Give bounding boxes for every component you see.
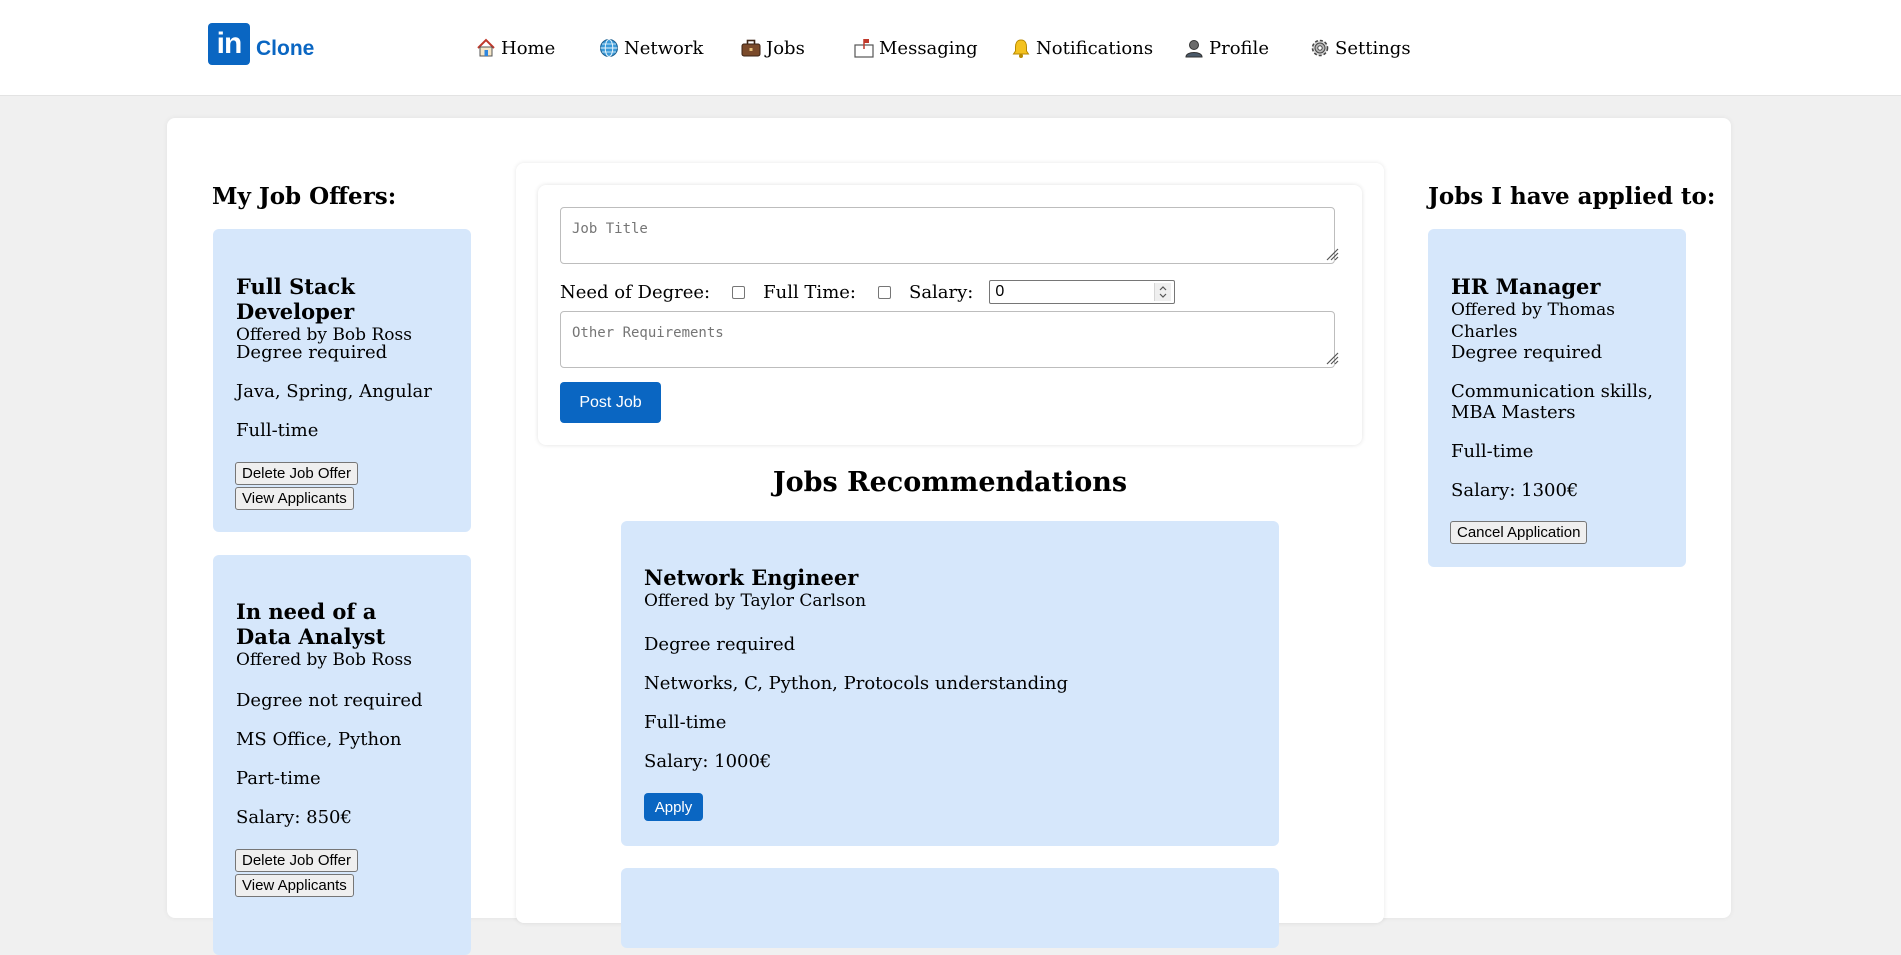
nav-home[interactable]: Home [475,37,555,59]
job-skills: MS Office, Python [236,729,402,750]
my-offer-card: Full Stack Developer Offered by Bob Ross… [213,229,471,532]
mailbox-icon [853,37,875,59]
jobs-recommendations-title: Jobs Recommendations [772,467,1128,498]
other-requirements-input[interactable]: Other Requirements [560,311,1335,368]
apply-button[interactable]: Apply [644,793,703,821]
job-salary: Salary: 1000€ [644,751,772,772]
degree-checkbox[interactable] [732,285,746,299]
center-panel: Job Title Need of Degree: Full Time: Sal… [516,163,1384,948]
job-title: HR Manager [1451,274,1601,299]
job-type: Full-time [1451,441,1534,462]
nav-network-label: Network [624,37,704,59]
nav-network[interactable]: Network [598,37,703,59]
nav-profile-label: Profile [1209,37,1269,59]
nav-profile[interactable]: Profile [1183,37,1269,59]
nav-notifications[interactable]: Notifications [1010,37,1153,59]
salary-input[interactable]: 0 [989,280,1176,304]
job-offered-by: Offered by Thomas Charles [1451,300,1615,342]
nav-messaging[interactable]: Messaging [853,37,978,59]
view-applicants-button[interactable]: View Applicants [235,487,354,510]
job-degree: Degree not required [236,690,423,711]
salary-value: 0 [995,283,1005,300]
nav-notifications-label: Notifications [1036,37,1154,59]
delete-job-offer-button[interactable]: Delete Job Offer [235,462,358,485]
home-icon [475,37,497,59]
nav-messaging-label: Messaging [879,37,978,59]
job-salary: Salary: 1300€ [1451,480,1579,501]
resize-grip-icon[interactable] [1325,247,1339,261]
job-title: Full Stack Developer [236,274,355,324]
salary-label: Salary: [908,281,974,303]
job-salary: Salary: 850€ [236,807,352,828]
top-navbar: in Clone Home Network Jobs Messaging Not… [0,0,1901,96]
briefcase-icon [740,37,762,59]
job-type: Part-time [236,768,321,789]
job-offered-by: Offered by Taylor Carlson [644,591,867,611]
cancel-application-button[interactable]: Cancel Application [1450,521,1588,544]
job-type: Full-time [236,420,319,441]
job-title: Network Engineer [644,565,859,590]
recommendation-card: Network Engineer Offered by Taylor Carls… [621,521,1279,846]
fulltime-checkbox[interactable] [877,285,891,299]
job-title-input[interactable]: Job Title [560,207,1335,264]
my-offer-card: In need of a Data Analyst Offered by Bob… [213,555,471,955]
my-job-offers-title: My Job Offers: [212,183,397,210]
job-offered-by: Offered by Bob Ross [236,650,412,670]
form-options-row: Need of Degree: Full Time: Salary: 0 [560,279,1176,305]
fulltime-label: Full Time: [763,281,856,303]
post-job-form: Job Title Need of Degree: Full Time: Sal… [538,185,1362,445]
main-container: My Job Offers: Full Stack Developer Offe… [167,118,1731,955]
person-icon [1183,37,1205,59]
job-skills: Networks, C, Python, Protocols understan… [644,673,1069,694]
job-skills: Java, Spring, Angular [236,381,432,402]
nav-jobs[interactable]: Jobs [740,37,805,59]
globe-icon [598,37,620,59]
degree-label: Need of Degree: [560,281,711,303]
gear-icon [1309,37,1331,59]
job-degree: Degree required [1451,342,1603,363]
job-title: In need of a Data Analyst [236,599,386,649]
resize-grip-icon[interactable] [1325,351,1339,365]
job-degree: Degree required [236,342,388,363]
job-type: Full-time [644,712,727,733]
salary-spinner-icon[interactable] [1154,283,1172,301]
nav-home-label: Home [501,37,556,59]
recommendation-card [621,868,1279,948]
nav-jobs-label: Jobs [766,37,805,59]
nav-settings-label: Settings [1335,37,1411,59]
nav-settings[interactable]: Settings [1309,37,1411,59]
view-applicants-button[interactable]: View Applicants [235,874,354,897]
app-logo[interactable]: in Clone [208,23,314,65]
job-degree: Degree required [644,634,796,655]
app-name: Clone [256,37,315,60]
delete-job-offer-button[interactable]: Delete Job Offer [235,849,358,872]
applied-job-card: HR Manager Offered by Thomas Charles Deg… [1428,229,1686,567]
post-job-button[interactable]: Post Job [560,382,661,423]
jobs-applied-title: Jobs I have applied to: [1428,183,1716,210]
job-skills: Communication skills, MBA Masters [1451,381,1654,423]
bell-icon [1010,37,1032,59]
linkedin-logo-icon: in [208,23,250,65]
